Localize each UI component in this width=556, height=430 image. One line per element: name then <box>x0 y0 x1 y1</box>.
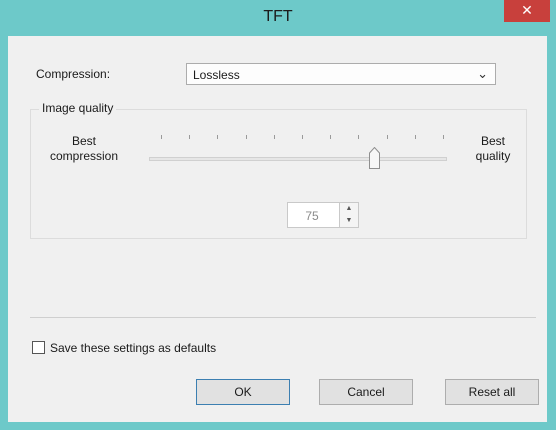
title-bar[interactable]: TFT ✕ <box>0 0 556 36</box>
quality-slider-track[interactable] <box>149 157 447 161</box>
save-defaults-label: Save these settings as defaults <box>50 341 217 355</box>
best-compression-label: Best compression <box>49 134 119 163</box>
slider-tick <box>217 135 219 139</box>
spin-arrows: ▲ ▼ <box>339 203 358 227</box>
slider-tick <box>358 135 360 139</box>
close-button[interactable]: ✕ <box>504 0 550 22</box>
compression-select[interactable]: Lossless ⌄ <box>186 63 496 85</box>
chevron-down-icon: ⌄ <box>477 66 488 81</box>
image-quality-group-label: Image quality <box>39 101 117 115</box>
quality-spin-value: 75 <box>305 209 319 223</box>
dialog-window: TFT ✕ Compression: Lossless ⌄ Image qual… <box>0 0 556 430</box>
image-quality-group: Image quality Best compression Best qual… <box>30 101 527 239</box>
slider-tick <box>245 135 247 139</box>
compression-label: Compression: <box>36 67 111 81</box>
slider-tick <box>386 135 388 139</box>
quality-slider-thumb[interactable] <box>368 146 380 169</box>
slider-tick <box>273 135 275 139</box>
caret-down-icon[interactable]: ▼ <box>340 215 358 227</box>
slider-tick <box>443 135 444 139</box>
divider <box>30 317 536 318</box>
slider-tick <box>330 135 332 139</box>
compression-selected-value: Lossless <box>193 68 240 82</box>
ok-button[interactable]: OK <box>196 379 290 405</box>
quality-spinbox[interactable]: 75 ▲ ▼ <box>287 202 359 228</box>
save-defaults-checkbox[interactable] <box>32 341 45 354</box>
slider-tick <box>161 135 162 139</box>
caret-up-icon[interactable]: ▲ <box>340 203 358 215</box>
close-icon: ✕ <box>521 2 533 18</box>
slider-tick <box>302 135 303 139</box>
slider-tick <box>189 135 191 139</box>
cancel-button[interactable]: Cancel <box>319 379 413 405</box>
best-quality-label: Best quality <box>475 134 511 163</box>
window-title: TFT <box>263 8 293 25</box>
slider-tick <box>414 135 416 139</box>
reset-all-button[interactable]: Reset all <box>445 379 539 405</box>
dialog-body: Compression: Lossless ⌄ Image quality Be… <box>8 36 547 422</box>
